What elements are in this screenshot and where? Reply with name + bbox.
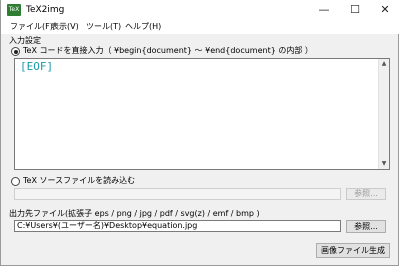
direct-input-label[interactable]: TeX コードを直接入力（ ¥begin{document} ～ ¥end{do… xyxy=(23,46,313,56)
eof-marker: [EOF] xyxy=(20,60,54,73)
title-bar[interactable]: TeX TeX2img — ☐ ✕ xyxy=(1,0,400,20)
source-file-path-field[interactable] xyxy=(14,188,341,200)
menu-bar: ファイル(F) 表示(V) ツール(T) ヘルプ(H) xyxy=(1,20,400,34)
generate-image-button[interactable]: 画像ファイル生成 xyxy=(316,243,390,258)
menu-file[interactable]: ファイル(F) xyxy=(10,21,53,33)
main-window: TeX TeX2img — ☐ ✕ ファイル(F) 表示(V) ツール(T) ヘ… xyxy=(0,0,400,266)
input-settings-heading: 入力設定 xyxy=(9,36,41,45)
minimize-button[interactable]: — xyxy=(309,0,339,20)
window-title: TeX2img xyxy=(26,5,65,15)
scroll-down-icon[interactable]: ▼ xyxy=(380,159,388,169)
tex-code-editor[interactable]: [EOF] ▲ ▼ xyxy=(14,58,390,170)
output-path-input[interactable]: C:¥Users¥(ユーザー名)¥Desktop¥equation.jpg xyxy=(14,220,341,232)
app-icon: TeX xyxy=(7,4,21,16)
scroll-up-icon[interactable]: ▲ xyxy=(380,59,388,69)
source-browse-button[interactable]: 参照... xyxy=(346,188,386,200)
source-file-label[interactable]: TeX ソースファイルを読み込む xyxy=(23,176,135,186)
output-file-label: 出力先ファイル(拡張子 eps / png / jpg / pdf / svg(… xyxy=(9,209,260,218)
menu-tools[interactable]: ツール(T) xyxy=(86,21,121,33)
menu-help[interactable]: ヘルプ(H) xyxy=(125,21,161,33)
menu-view[interactable]: 表示(V) xyxy=(51,21,79,33)
editor-vertical-scrollbar[interactable]: ▲ ▼ xyxy=(378,59,389,169)
maximize-button[interactable]: ☐ xyxy=(340,0,370,20)
source-file-radio[interactable] xyxy=(11,177,20,186)
direct-input-radio[interactable] xyxy=(11,47,20,56)
radio-selected-dot xyxy=(13,49,18,54)
close-button[interactable]: ✕ xyxy=(370,0,400,20)
output-browse-button[interactable]: 参照... xyxy=(346,220,386,233)
